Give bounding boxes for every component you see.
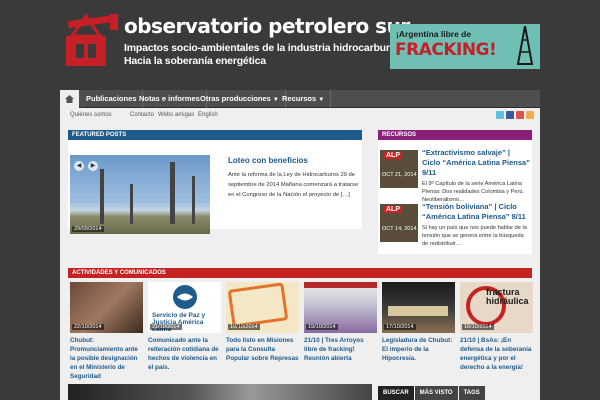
recurso-item[interactable]: ALP OCT 21, 2014 “Extractivismo salvaje”… [380, 148, 532, 203]
bottom-feature-image[interactable] [68, 384, 372, 400]
actividad-item[interactable]: Servicio de Paz y Justicia América Latin… [148, 282, 221, 372]
nav-item-recursos[interactable]: Recursos ▼ [276, 90, 332, 108]
actividades-list: 22/10/2014 Chubut: Promunciamiento ante … [70, 282, 533, 380]
actividad-title[interactable]: 21/10 | Tres Arroyos libre de fracking! … [304, 336, 377, 363]
recurso-title[interactable]: “Extractivismo salvaje” | Ciclo “América… [422, 148, 530, 178]
rig-shape [192, 176, 195, 224]
rig-shape [100, 169, 104, 224]
nav-item-otras-producciones[interactable]: Otras producciones ▼ [194, 90, 286, 108]
actividad-image[interactable]: 17/10/2014 [382, 282, 455, 333]
actividad-date: 19/10/2014 [228, 324, 260, 330]
nav-label: Publicaciones [86, 94, 137, 103]
rss-icon[interactable] [526, 111, 534, 119]
twitter-icon[interactable] [496, 111, 504, 119]
actividad-title[interactable]: Todo listo en Misiones para la Consulta … [226, 336, 299, 363]
poster-stripe [304, 282, 377, 288]
chevron-down-icon: ▼ [318, 97, 325, 103]
globe-dove-icon [173, 285, 197, 309]
actividad-title[interactable]: Chubut: Promunciamiento ante la posible … [70, 336, 143, 381]
fracking-banner[interactable]: ¡Argentina libre de FRACKING! [390, 24, 540, 69]
recursos-heading: RECURSOS [378, 130, 532, 140]
facebook-icon[interactable] [506, 111, 514, 119]
actividad-title[interactable]: 21/10 | BsAs: ¡En defensa de la soberaní… [460, 336, 533, 372]
featured-image[interactable]: ◀ ▶ 29/09/2014 [70, 155, 210, 234]
tagline-line1: Impactos socio-ambientales de la industr… [124, 42, 411, 54]
poster-shape [227, 282, 289, 328]
actividad-image[interactable]: 22/10/2014 [70, 282, 143, 333]
recurso-tag: ALP [384, 206, 402, 213]
actividad-item[interactable]: 19/10/2014 21/10 | Tres Arroyos libre de… [304, 282, 377, 372]
actividad-image[interactable]: Servicio de Paz y Justicia América Latin… [148, 282, 221, 333]
youtube-icon[interactable] [516, 111, 524, 119]
rig-shape [170, 162, 175, 224]
banner-main-text: FRACKING! [395, 40, 497, 60]
recurso-thumbnail[interactable]: ALP OCT 14, 2014 [380, 204, 418, 242]
actividad-date: 21/10/2014 [150, 324, 182, 330]
featured-date: 29/09/2014 [72, 226, 104, 232]
crowd-banner-shape [388, 306, 448, 316]
recurso-date: OCT 21, 2014 [382, 172, 417, 178]
recursos-panel: RECURSOS ALP OCT 21, 2014 “Extractivismo… [378, 130, 532, 254]
home-button[interactable] [60, 90, 79, 108]
actividad-date: 19/10/2014 [306, 324, 338, 330]
drilling-rig-icon [516, 26, 534, 65]
featured-title[interactable]: Loteo con beneficios [228, 156, 308, 165]
tab-mas-visto[interactable]: MÁS VISTO [414, 386, 458, 400]
actividad-title[interactable]: Comunicado ante la reiteración cotidiana… [148, 336, 221, 372]
main-nav: Publicaciones Notas e informes Otras pro… [60, 90, 540, 108]
actividad-item[interactable]: 22/10/2014 Chubut: Promunciamiento ante … [70, 282, 143, 380]
prev-slide-icon[interactable]: ◀ [74, 161, 84, 171]
featured-posts: FEATURED POSTS ◀ ▶ 29/09/2014 Loteo con … [68, 130, 362, 234]
oil-pump-logo-icon[interactable] [66, 12, 120, 68]
subnav-english[interactable]: English [198, 108, 218, 122]
actividad-date: 17/10/2014 [384, 324, 416, 330]
featured-excerpt: Ante la reforma de la Ley de Hidrocarbur… [228, 172, 359, 198]
site-title[interactable]: observatorio petrolero sur [124, 14, 410, 38]
actividad-item[interactable]: fractura hidráulica 16/10/2014 21/10 | B… [460, 282, 533, 372]
actividad-date: 22/10/2014 [72, 324, 104, 330]
main-content: FEATURED POSTS ◀ ▶ 29/09/2014 Loteo con … [60, 122, 540, 400]
tab-buscar[interactable]: BUSCAR [378, 386, 414, 400]
tagline-line2: Hacia la soberanía energética [124, 55, 266, 67]
recurso-item[interactable]: ALP OCT 14, 2014 “Tensión boliviana” | C… [380, 202, 532, 252]
actividades-heading: ACTIVIDADES Y COMUNICADOS [68, 268, 532, 278]
recurso-title[interactable]: “Tensión boliviana” | Ciclo “América Lat… [422, 202, 530, 222]
subnav-quienes-somos[interactable]: Quiénes somos [70, 108, 112, 122]
subnav-contacto[interactable]: Contacto [130, 108, 154, 122]
actividad-date: 16/10/2014 [462, 324, 494, 330]
site-header: observatorio petrolero sur Impactos soci… [0, 0, 600, 90]
nav-label: Notas e informes [139, 94, 200, 103]
nav-label: Recursos [282, 94, 317, 103]
recurso-tag: ALP [384, 152, 402, 159]
banner-top-text: ¡Argentina libre de [396, 29, 472, 39]
subnav-webs-amigas[interactable]: Webs amigas [158, 108, 194, 122]
rig-shape [130, 184, 133, 224]
actividad-item[interactable]: 19/10/2014 Todo listo en Misiones para l… [226, 282, 299, 372]
actividad-item[interactable]: 17/10/2014 Legisladura de Chubut: El imp… [382, 282, 455, 372]
featured-heading: FEATURED POSTS [68, 130, 362, 140]
recurso-excerpt: El 9º Capítulo de la serie América Latin… [422, 181, 524, 203]
actividad-image-text: fractura hidráulica [486, 287, 529, 306]
actividad-title[interactable]: Legisladura de Chubut: El imperio de la … [382, 336, 455, 363]
social-links [496, 111, 534, 119]
recurso-thumbnail[interactable]: ALP OCT 21, 2014 [380, 150, 418, 188]
home-icon [65, 95, 74, 103]
tab-tags[interactable]: TAGS [458, 386, 485, 400]
recurso-excerpt: Si hay un país que nos puede hablar de l… [422, 225, 527, 247]
nav-label: Otras producciones [200, 94, 271, 103]
actividad-image[interactable]: fractura hidráulica 16/10/2014 [460, 282, 533, 333]
recurso-date: OCT 14, 2014 [382, 226, 417, 232]
sidebar-tabs: BUSCAR MÁS VISTO TAGS [378, 386, 486, 400]
actividad-image[interactable]: 19/10/2014 [304, 282, 377, 333]
sub-nav: Quiénes somos Contacto Webs amigas Engli… [60, 108, 540, 122]
actividad-image[interactable]: 19/10/2014 [226, 282, 299, 333]
next-slide-icon[interactable]: ▶ [88, 161, 98, 171]
